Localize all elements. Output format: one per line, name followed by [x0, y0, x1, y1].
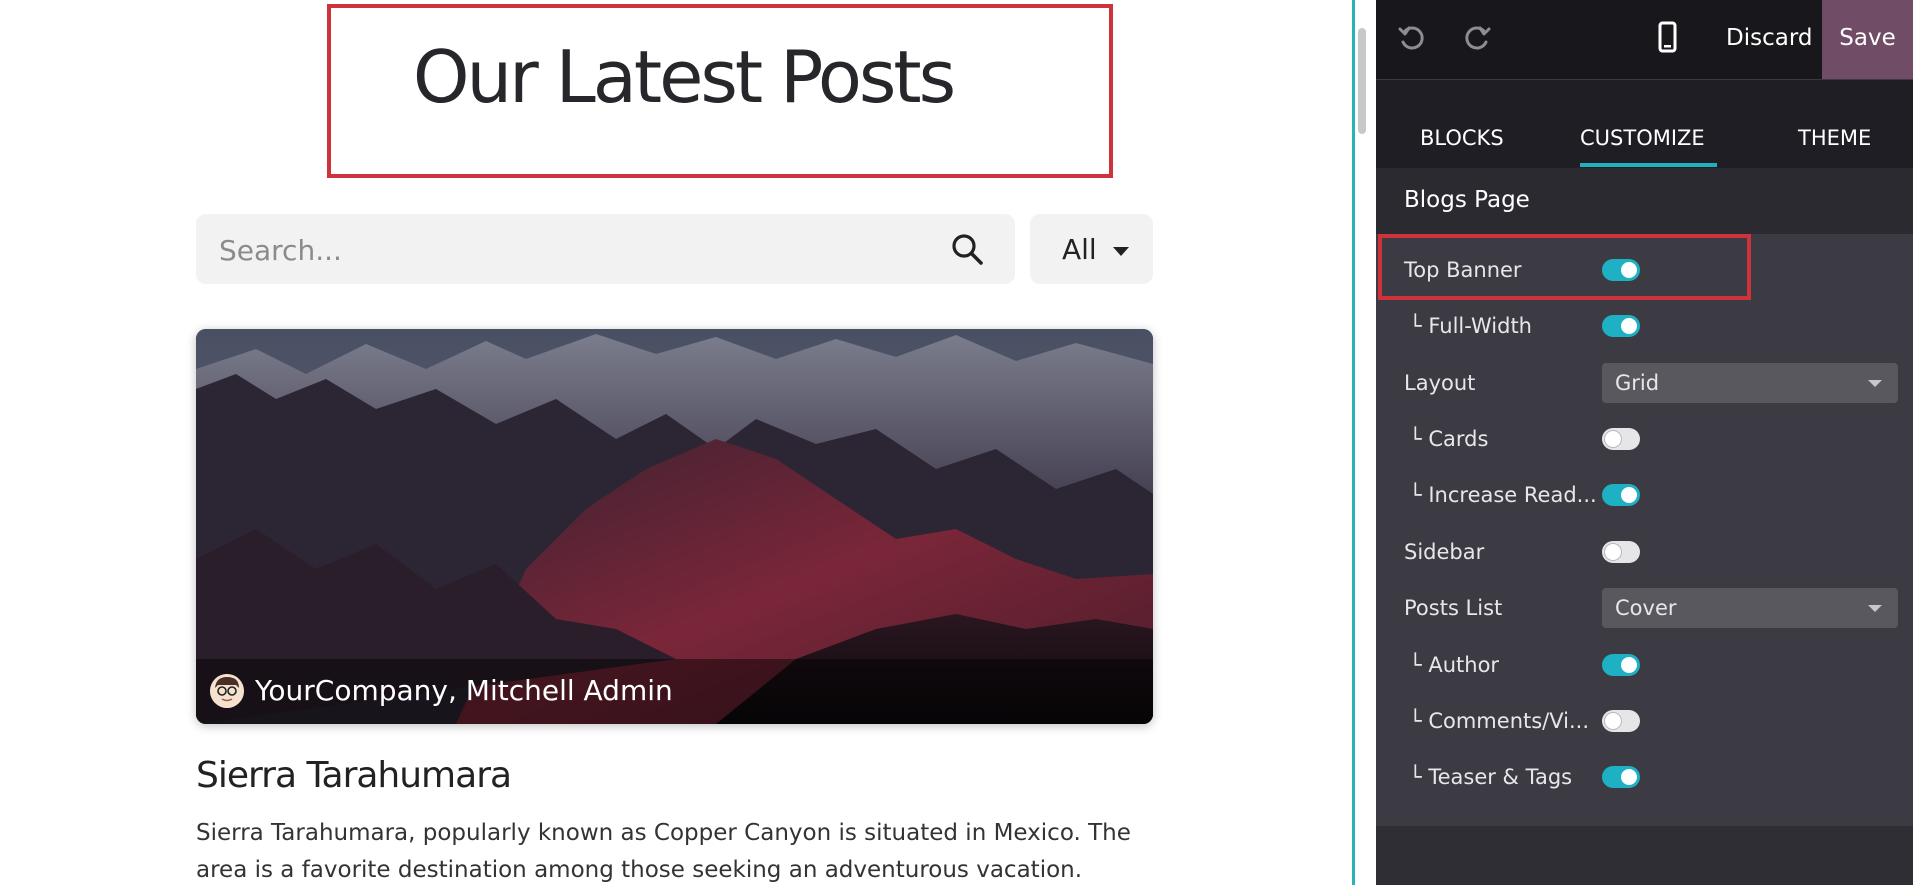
- editor-tabs: BLOCKS CUSTOMIZE THEME: [1376, 80, 1913, 168]
- option-label-text: Teaser & Tags: [1428, 765, 1573, 789]
- option-label-author: └ Author: [1409, 653, 1499, 677]
- option-label-text: Author: [1428, 653, 1500, 677]
- sub-option-prefix: └: [1409, 314, 1422, 338]
- toggle-knob: [1605, 544, 1621, 560]
- editor-panel: Discard Save BLOCKS CUSTOMIZE THEME Blog…: [1376, 0, 1913, 885]
- editor-toolbar: Discard Save: [1376, 0, 1913, 80]
- sub-option-prefix: └: [1409, 427, 1422, 451]
- toggle-full-width[interactable]: [1602, 315, 1640, 337]
- mobile-preview-icon[interactable]: [1649, 18, 1685, 58]
- post-teaser-line: Sierra Tarahumara, popularly known as Co…: [196, 820, 1131, 846]
- redo-icon[interactable]: [1461, 22, 1493, 54]
- toggle-author[interactable]: [1602, 654, 1640, 676]
- page-title[interactable]: Our Latest Posts: [331, 37, 1035, 117]
- tab-theme[interactable]: THEME: [1798, 80, 1871, 168]
- toggle-knob: [1621, 318, 1637, 334]
- post-teaser-line: area is a favorite destination among tho…: [196, 857, 1083, 883]
- chevron-down-icon: [1868, 380, 1882, 387]
- toggle-knob: [1605, 713, 1621, 729]
- option-label-text: Cards: [1428, 427, 1489, 451]
- filter-label: All: [1062, 233, 1097, 266]
- section-header: Blogs Page: [1376, 168, 1913, 234]
- post-cover-image[interactable]: YourCompany, Mitchell Admin: [196, 329, 1153, 724]
- filter-dropdown-button[interactable]: All: [1030, 214, 1153, 284]
- toggle-comments-views[interactable]: [1602, 710, 1640, 732]
- option-label-cards: └ Cards: [1409, 427, 1488, 451]
- caret-down-icon: [1113, 247, 1129, 256]
- post-authors[interactable]: YourCompany, Mitchell Admin: [255, 674, 673, 707]
- search-input[interactable]: Search...: [219, 234, 342, 267]
- discard-button[interactable]: Discard: [1706, 0, 1832, 79]
- toggle-sidebar[interactable]: [1602, 541, 1640, 563]
- toggle-teaser-tags[interactable]: [1602, 766, 1640, 788]
- tab-customize[interactable]: CUSTOMIZE: [1580, 80, 1705, 168]
- option-label-text: Increase Read...: [1428, 483, 1597, 507]
- undo-icon[interactable]: [1396, 22, 1428, 54]
- toggle-knob: [1621, 769, 1637, 785]
- option-label-posts-list: Posts List: [1404, 596, 1503, 620]
- search-bar[interactable]: Search...: [196, 214, 1015, 284]
- option-label-sidebar: Sidebar: [1404, 540, 1485, 564]
- toggle-knob: [1621, 487, 1637, 503]
- post-teaser: Sierra Tarahumara, popularly known as Co…: [196, 815, 1156, 885]
- select-posts-list-value: Cover: [1615, 596, 1677, 620]
- option-label-comments-views: └ Comments/Vi...: [1409, 709, 1589, 733]
- toggle-knob: [1621, 657, 1637, 673]
- option-label-teaser-tags: └ Teaser & Tags: [1409, 765, 1572, 789]
- toggle-knob: [1605, 431, 1621, 447]
- post-title[interactable]: Sierra Tarahumara: [196, 755, 512, 796]
- option-label-text: Full-Width: [1428, 314, 1532, 338]
- tab-blocks[interactable]: BLOCKS: [1420, 80, 1504, 168]
- chevron-down-icon: [1868, 605, 1882, 612]
- website-preview: Our Latest Posts Search... All YourCompa…: [0, 0, 1352, 885]
- select-posts-list[interactable]: Cover: [1602, 588, 1898, 628]
- sub-option-prefix: └: [1409, 709, 1422, 733]
- top-banner-highlight-box: [1378, 234, 1751, 300]
- select-layout-value: Grid: [1615, 371, 1660, 395]
- option-label-layout: Layout: [1404, 371, 1476, 395]
- toggle-increase-readability[interactable]: [1602, 484, 1640, 506]
- panel-footer: [1376, 826, 1913, 885]
- sub-option-prefix: └: [1409, 483, 1422, 507]
- save-button[interactable]: Save: [1822, 0, 1913, 79]
- section-title: Blogs Page: [1404, 187, 1530, 213]
- editor-divider: [1352, 0, 1355, 885]
- search-icon[interactable]: [949, 231, 985, 267]
- option-label-text: Comments/Vi...: [1428, 709, 1590, 733]
- option-label-increase-readability: └ Increase Read...: [1409, 483, 1597, 507]
- mountain-landscape-image: [196, 329, 1153, 724]
- scrollbar-thumb[interactable]: [1358, 28, 1366, 134]
- sub-option-prefix: └: [1409, 653, 1422, 677]
- toggle-cards[interactable]: [1602, 428, 1640, 450]
- select-layout[interactable]: Grid: [1602, 363, 1898, 403]
- option-label-full-width: └ Full-Width: [1409, 314, 1532, 338]
- sub-option-prefix: └: [1409, 765, 1422, 789]
- active-tab-indicator: [1580, 163, 1717, 167]
- avatar: [210, 674, 244, 708]
- title-highlight-box: Our Latest Posts: [327, 4, 1113, 178]
